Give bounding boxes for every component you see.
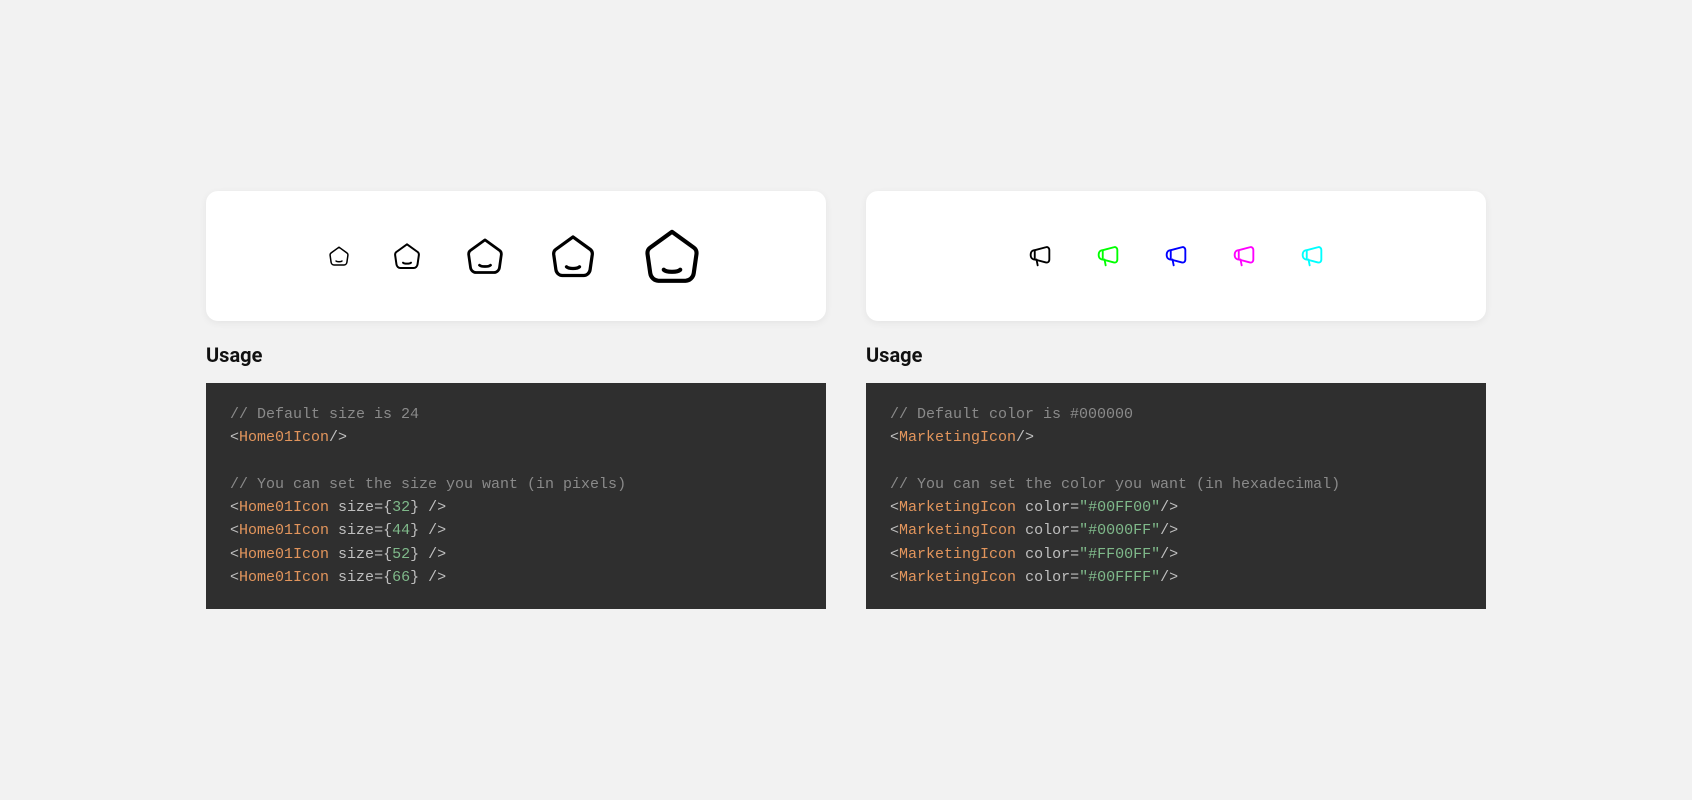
marketing-icon [1162,242,1190,270]
color-preview-card [866,191,1486,321]
size-preview-card [206,191,826,321]
home-icon [327,244,351,268]
doc-container: Usage // Default size is 24 <Home01Icon/… [206,191,1486,609]
home-icon [391,240,423,272]
home-icon [639,223,705,289]
size-code-block: // Default size is 24 <Home01Icon/> // Y… [206,383,826,609]
marketing-icon [1094,242,1122,270]
home-icon [463,234,507,278]
usage-heading: Usage [866,343,1486,367]
color-code-block: // Default color is #000000 <MarketingIc… [866,383,1486,609]
marketing-icon [1230,242,1258,270]
color-example-column: Usage // Default color is #000000 <Marke… [866,191,1486,609]
marketing-icon [1298,242,1326,270]
home-icon [547,230,599,282]
marketing-icon [1026,242,1054,270]
size-example-column: Usage // Default size is 24 <Home01Icon/… [206,191,826,609]
usage-heading: Usage [206,343,826,367]
